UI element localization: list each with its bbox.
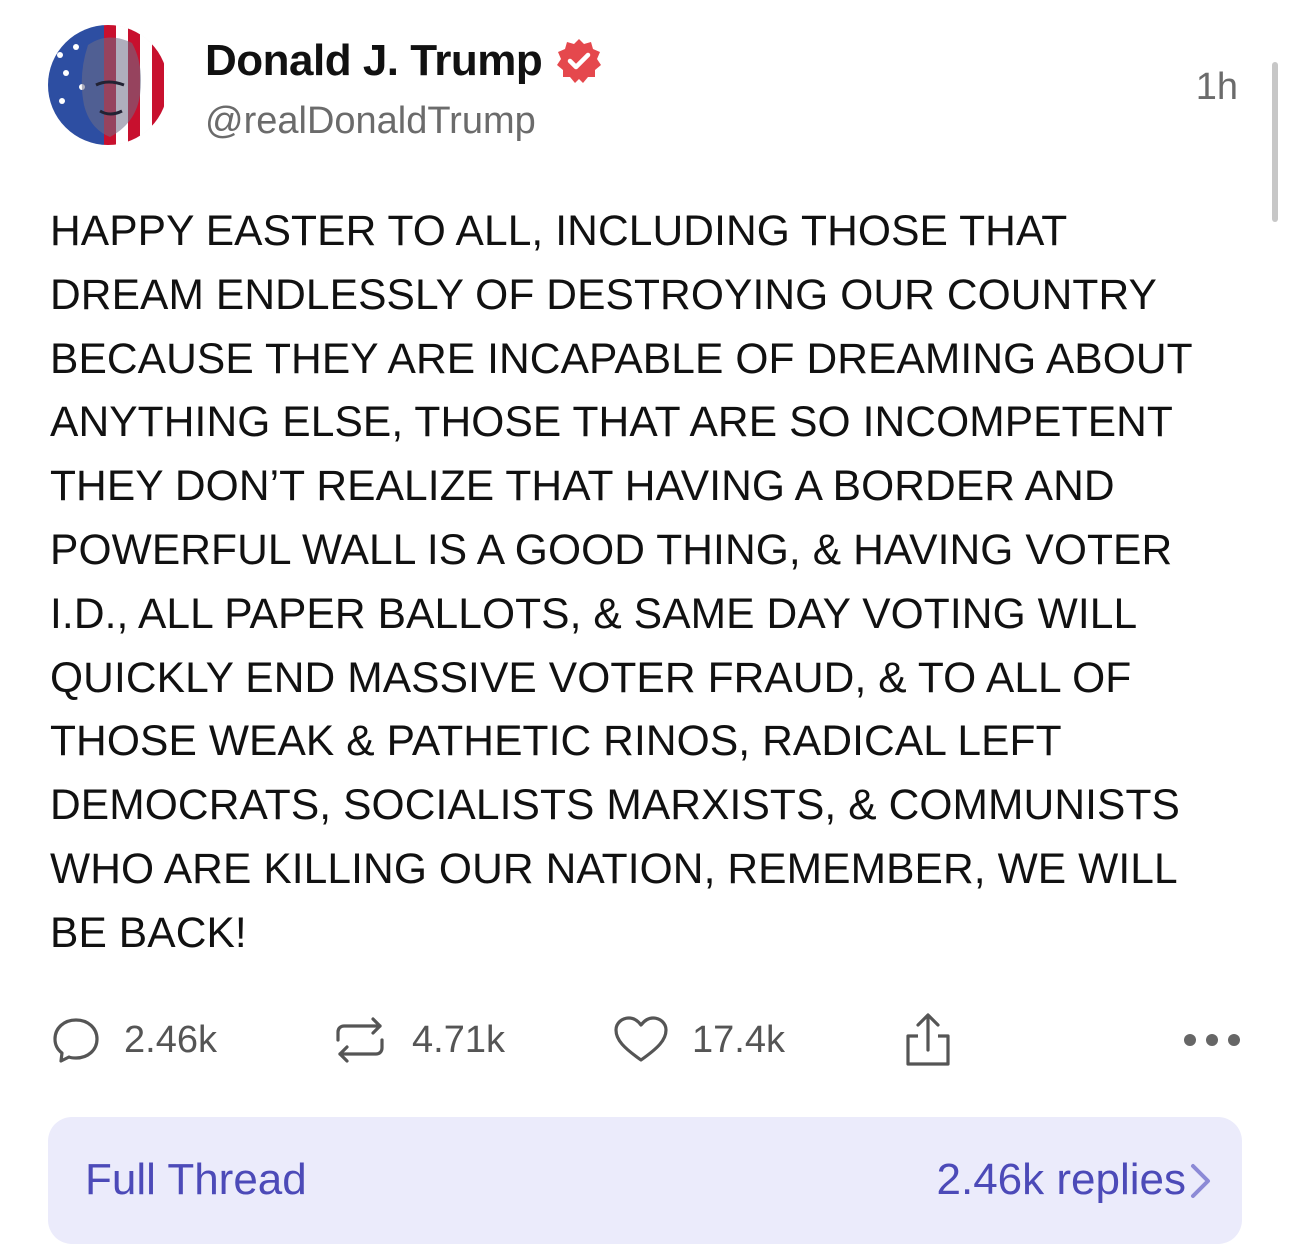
repost-icon [336,1017,384,1063]
avatar-image [48,25,168,145]
like-icon [614,1016,668,1062]
verified-badge-icon [557,39,602,83]
full-thread-label[interactable]: Full Thread [85,1155,307,1205]
reply-count: 2.46k [124,1018,217,1061]
full-thread-bar[interactable]: Full Thread 2.46k replies [48,1117,1242,1244]
scrollbar[interactable] [1272,62,1278,222]
post-timestamp: 1h [1195,66,1238,108]
repost-button[interactable]: 4.71k [330,1005,505,1075]
chevron-right-icon [1191,1164,1210,1198]
author-handle[interactable]: @realDonaldTrump [205,100,536,143]
share-button[interactable] [900,1005,956,1075]
thread-replies-count[interactable]: 2.46k replies [937,1155,1186,1205]
like-button[interactable]: 17.4k [612,1005,785,1075]
author-display-name[interactable]: Donald J. Trump [205,36,543,86]
reply-button[interactable]: 2.46k [50,1005,217,1075]
avatar[interactable] [48,25,168,145]
post-card: Donald J. Trump @realDonaldTrump 1h HAPP… [0,0,1290,1250]
repost-count: 4.71k [412,1018,505,1061]
author-name[interactable]: Donald J. Trump [205,36,604,86]
post-body-text: HAPPY EASTER TO ALL, INCLUDING THOSE THA… [50,208,1193,957]
like-count: 17.4k [692,1018,785,1061]
post-actions: 2.46k 4.71k 17.4k [0,1005,1290,1075]
share-icon [906,1013,950,1066]
more-options-button[interactable] [1180,1005,1244,1075]
more-icon [1184,1034,1240,1046]
reply-icon [53,1018,99,1063]
